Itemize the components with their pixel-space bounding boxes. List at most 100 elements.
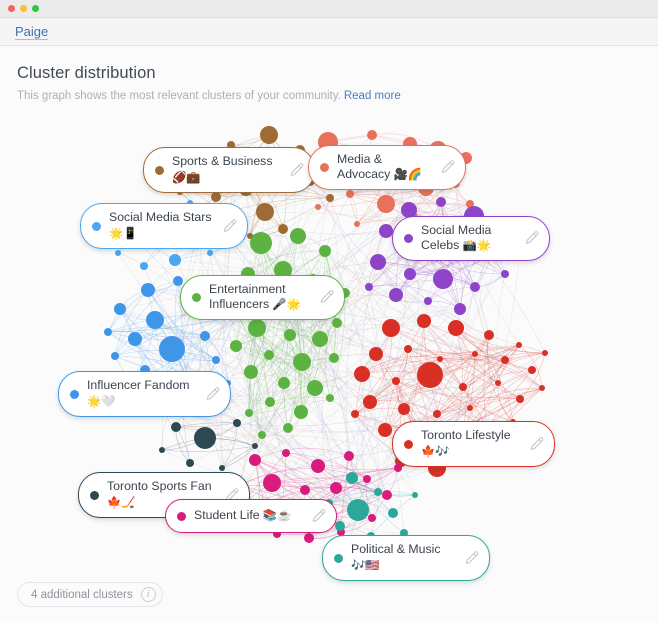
pencil-icon[interactable] xyxy=(288,162,305,179)
graph-node[interactable] xyxy=(252,443,258,449)
pencil-icon[interactable] xyxy=(310,508,327,525)
graph-node[interactable] xyxy=(437,356,443,362)
graph-node[interactable] xyxy=(264,350,274,360)
graph-node[interactable] xyxy=(354,366,370,382)
graph-node[interactable] xyxy=(330,482,342,494)
graph-node[interactable] xyxy=(171,422,181,432)
graph-node[interactable] xyxy=(433,410,441,418)
graph-node[interactable] xyxy=(404,268,416,280)
graph-node[interactable] xyxy=(278,224,288,234)
graph-node[interactable] xyxy=(382,319,400,337)
graph-node[interactable] xyxy=(263,474,281,492)
graph-node[interactable] xyxy=(128,332,142,346)
graph-node[interactable] xyxy=(398,403,410,415)
graph-node[interactable] xyxy=(417,362,443,388)
graph-node[interactable] xyxy=(173,276,183,286)
graph-node[interactable] xyxy=(368,514,376,522)
graph-node[interactable] xyxy=(346,472,358,484)
graph-node[interactable] xyxy=(233,419,241,427)
graph-node[interactable] xyxy=(363,395,377,409)
graph-node[interactable] xyxy=(351,410,359,418)
pencil-icon[interactable] xyxy=(221,218,238,235)
cluster-pill-media-advocacy[interactable]: Media & Advocacy 🎥🌈 xyxy=(308,145,466,190)
graph-node[interactable] xyxy=(436,197,446,207)
cluster-pill-toronto-lifestyle[interactable]: Toronto Lifestyle 🍁🎶 xyxy=(392,421,555,467)
graph-node[interactable] xyxy=(374,488,382,496)
graph-node[interactable] xyxy=(146,311,164,329)
read-more-link[interactable]: Read more xyxy=(344,90,401,102)
graph-node[interactable] xyxy=(260,126,278,144)
graph-node[interactable] xyxy=(159,336,185,362)
graph-node[interactable] xyxy=(248,319,266,337)
graph-node[interactable] xyxy=(284,329,296,341)
graph-node[interactable] xyxy=(326,194,334,202)
graph-node[interactable] xyxy=(363,475,371,483)
graph-node[interactable] xyxy=(211,192,221,202)
pencil-icon[interactable] xyxy=(523,230,540,247)
graph-node[interactable] xyxy=(392,377,400,385)
graph-node[interactable] xyxy=(388,508,398,518)
graph-node[interactable] xyxy=(417,314,431,328)
graph-node[interactable] xyxy=(315,204,321,210)
breadcrumb-paige[interactable]: Paige xyxy=(15,24,48,39)
graph-node[interactable] xyxy=(159,447,165,453)
pencil-icon[interactable] xyxy=(439,159,456,176)
graph-node[interactable] xyxy=(307,380,323,396)
graph-node[interactable] xyxy=(230,340,242,352)
graph-node[interactable] xyxy=(346,190,354,198)
graph-node[interactable] xyxy=(424,297,432,305)
graph-node[interactable] xyxy=(312,331,328,347)
graph-node[interactable] xyxy=(501,270,509,278)
graph-node[interactable] xyxy=(245,409,253,417)
graph-node[interactable] xyxy=(304,533,314,543)
graph-node[interactable] xyxy=(104,328,112,336)
graph-node[interactable] xyxy=(140,262,148,270)
graph-node[interactable] xyxy=(394,464,402,472)
graph-node[interactable] xyxy=(347,499,369,521)
graph-node[interactable] xyxy=(249,454,261,466)
graph-node[interactable] xyxy=(256,203,274,221)
graph-node[interactable] xyxy=(111,352,119,360)
graph-node[interactable] xyxy=(300,485,310,495)
graph-node[interactable] xyxy=(115,250,121,256)
cluster-pill-student-life[interactable]: Student Life 📚☕ xyxy=(165,499,337,533)
graph-node[interactable] xyxy=(495,380,501,386)
graph-node[interactable] xyxy=(290,228,306,244)
graph-node[interactable] xyxy=(472,351,478,357)
graph-node[interactable] xyxy=(354,221,360,227)
graph-node[interactable] xyxy=(516,395,524,403)
graph-node[interactable] xyxy=(467,405,473,411)
graph-node[interactable] xyxy=(282,449,290,457)
graph-node[interactable] xyxy=(379,224,393,238)
cluster-pill-social-media-stars[interactable]: Social Media Stars 🌟📱 xyxy=(80,203,248,249)
graph-node[interactable] xyxy=(326,394,334,402)
graph-node[interactable] xyxy=(344,451,354,461)
graph-node[interactable] xyxy=(186,459,194,467)
graph-node[interactable] xyxy=(311,459,325,473)
graph-node[interactable] xyxy=(470,282,480,292)
graph-node[interactable] xyxy=(369,347,383,361)
graph-node[interactable] xyxy=(141,283,155,297)
graph-node[interactable] xyxy=(265,397,275,407)
cluster-pill-political-music[interactable]: Political & Music 🎶🇺🇸 xyxy=(322,535,490,581)
minimize-window-button[interactable] xyxy=(20,5,27,12)
graph-node[interactable] xyxy=(283,423,293,433)
graph-node[interactable] xyxy=(207,250,213,256)
cluster-graph[interactable] xyxy=(0,46,658,621)
graph-node[interactable] xyxy=(459,383,467,391)
graph-node[interactable] xyxy=(516,342,522,348)
graph-node[interactable] xyxy=(294,405,308,419)
graph-node[interactable] xyxy=(278,377,290,389)
graph-node[interactable] xyxy=(335,521,345,531)
graph-node[interactable] xyxy=(332,318,342,328)
graph-node[interactable] xyxy=(319,245,331,257)
graph-node[interactable] xyxy=(539,385,545,391)
graph-node[interactable] xyxy=(250,232,272,254)
cluster-pill-social-media-celebs[interactable]: Social Media Celebs 📸🌟 xyxy=(392,216,550,261)
maximize-window-button[interactable] xyxy=(32,5,39,12)
graph-node[interactable] xyxy=(194,427,216,449)
graph-node[interactable] xyxy=(114,303,126,315)
cluster-pill-entertainment-influencers[interactable]: Entertainment Influencers 🎤🌟 xyxy=(180,275,345,320)
graph-node[interactable] xyxy=(448,320,464,336)
graph-node[interactable] xyxy=(219,465,225,471)
